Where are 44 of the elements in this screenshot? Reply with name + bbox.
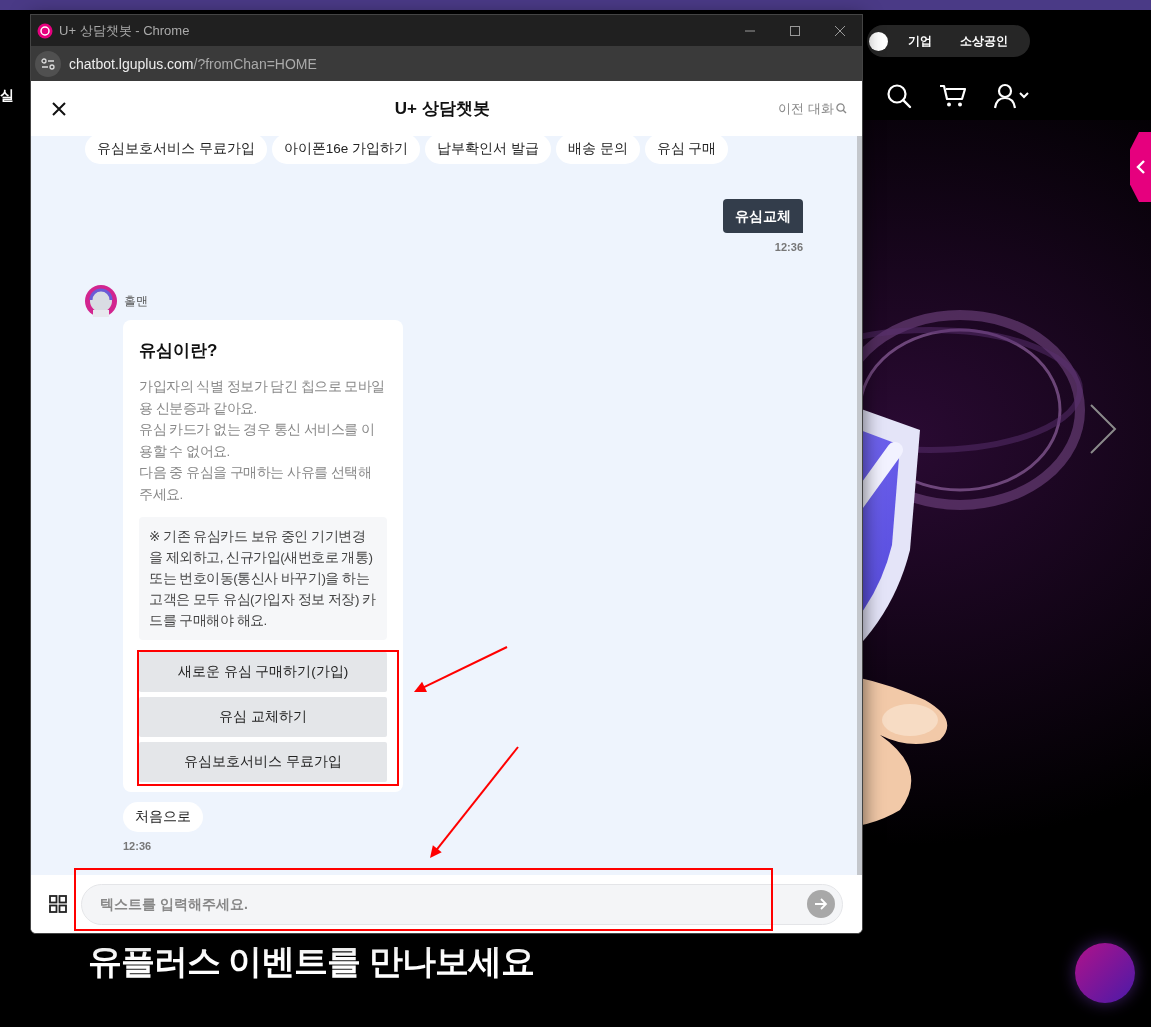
quick-reply-chip[interactable]: 배송 문의 — [555, 136, 640, 164]
message-text: 가입자의 식별 정보가 담긴 칩으로 모바일용 신분증과 같아요. — [139, 378, 386, 418]
close-icon — [833, 24, 846, 37]
side-tab[interactable] — [1130, 132, 1151, 202]
scrollbar[interactable] — [857, 136, 862, 875]
card-title: 유심이란? — [139, 340, 219, 362]
message-input[interactable]: 텍스트를 입력해주세요. — [81, 883, 843, 925]
option-button[interactable]: 유심 교체하기 — [139, 697, 387, 737]
url-text: chatbot.lguplus.com/?fromChan=HOME — [69, 55, 317, 72]
app-logo-icon — [37, 22, 53, 39]
search-icon — [836, 103, 847, 114]
maximize-icon — [788, 24, 801, 37]
address-bar[interactable]: chatbot.lguplus.com/?fromChan=HOME — [31, 46, 862, 81]
quick-reply-chip[interactable]: 아이폰16e 가입하기 — [271, 136, 421, 164]
close-icon[interactable] — [52, 101, 66, 116]
history-link[interactable]: 이전 대화 — [778, 99, 847, 118]
cart-icon[interactable] — [939, 84, 967, 108]
avatar-icon — [85, 285, 117, 317]
option-button[interactable]: 유심보호서비스 무료가입 — [139, 742, 387, 782]
option-button[interactable]: 새로운 유심 구매하기(가입) — [139, 652, 387, 692]
home-button[interactable]: 처음으로 — [123, 802, 203, 832]
chat-title: U+ 상담챗봇 — [393, 98, 491, 120]
segment-tab[interactable]: 소상공인 — [946, 32, 1022, 50]
message-time: 12:36 — [774, 241, 803, 253]
grid-menu-icon[interactable] — [49, 895, 67, 913]
segment-tab[interactable]: 기업 — [894, 32, 946, 50]
search-icon[interactable] — [886, 83, 912, 109]
site-settings-icon[interactable] — [35, 50, 61, 77]
quick-reply-chip[interactable]: 유심보호서비스 무료가입 — [85, 136, 267, 164]
message-time: 12:36 — [123, 840, 152, 852]
quick-reply-chip[interactable]: 납부확인서 발급 — [425, 136, 551, 164]
nav-menu-text[interactable]: 실 — [0, 87, 14, 105]
user-message-bubble: 유심교체 — [723, 199, 803, 233]
chevron-left-icon — [1136, 159, 1146, 175]
user-menu-icon[interactable] — [994, 83, 1030, 109]
arrow-right-icon — [814, 896, 828, 911]
sender-name: 홀맨 — [124, 293, 148, 309]
hero-headline: 유플러스 이벤트를 만나보세요 — [88, 941, 534, 982]
message-text: 유심 카드가 없는 경우 통신 서비스를 이용할 수 없어요. — [139, 421, 376, 461]
toggle-knob[interactable] — [869, 31, 888, 51]
quick-reply-chip[interactable]: 유심 구매 — [644, 136, 729, 164]
window-title: U+ 상담챗봇 - Chrome — [59, 21, 191, 40]
message-text: 다음 중 유심을 구매하는 사유를 선택해 주세요. — [139, 464, 373, 504]
notice-text: ※ 기존 유심카드 보유 중인 기기변경을 제외하고, 신규가입(새번호로 개통) 또는 번호이동(통신사 바꾸기)을 하는 고객은 모두 유심(가입자 정보 저장) 카드를 구매해야 해요. — [139, 517, 387, 640]
